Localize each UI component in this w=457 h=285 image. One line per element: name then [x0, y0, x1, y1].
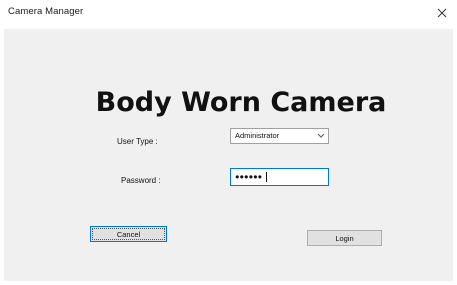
close-button[interactable] [427, 0, 457, 26]
password-value: ●●●●●● [235, 172, 263, 181]
text-caret [266, 172, 267, 182]
page-title: Body Worn Camera [95, 87, 387, 118]
login-button[interactable]: Login [307, 230, 382, 246]
user-type-select[interactable]: Administrator [230, 128, 329, 144]
chevron-down-icon [317, 133, 325, 139]
title-bar[interactable]: Camera Manager [0, 0, 457, 26]
window-title: Camera Manager [8, 6, 84, 17]
user-type-label: User Type : [117, 137, 158, 146]
camera-manager-window: Camera Manager Body Worn Camera User Typ… [0, 0, 457, 285]
login-button-label: Login [335, 233, 354, 243]
password-label: Password : [121, 176, 161, 185]
close-icon [437, 8, 447, 18]
focus-ring [92, 228, 165, 240]
form-panel: Body Worn Camera User Type : Administrat… [4, 29, 453, 281]
user-type-value: Administrator [235, 131, 280, 140]
password-field[interactable]: ●●●●●● [230, 168, 329, 186]
cancel-button[interactable]: Cancel [90, 226, 167, 242]
